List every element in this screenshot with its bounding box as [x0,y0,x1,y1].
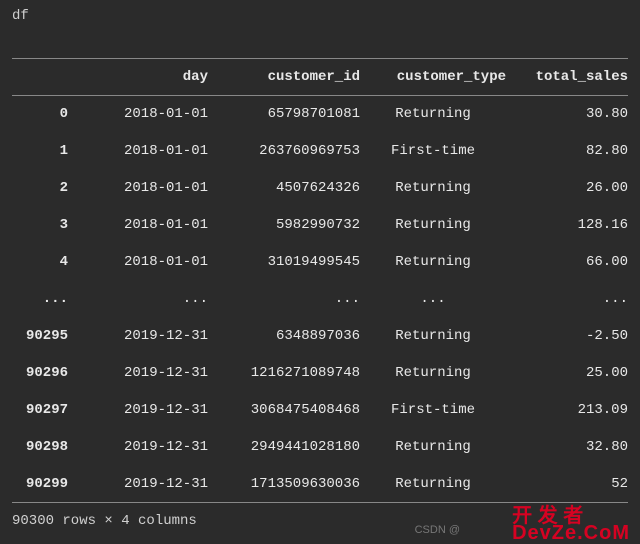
cell-customer-type: Returning [360,207,506,244]
table-row: 902952019-12-316348897036Returning-2.50 [12,318,628,355]
dataframe-table: day customer_id customer_type total_sale… [12,58,628,503]
cell-customer-id: 4507624326 [208,170,360,207]
table-row: ............... [12,281,628,318]
cell-day: 2019-12-31 [76,318,208,355]
cell-day: 2019-12-31 [76,466,208,503]
cell-day: 2018-01-01 [76,207,208,244]
cell-customer-id: 3068475408468 [208,392,360,429]
cell-customer-type: First-time [360,133,506,170]
watermark-line2: DevZe.CoM [512,525,630,542]
cell-day: 2018-01-01 [76,170,208,207]
index-header [12,59,76,96]
cell-customer-type: Returning [360,355,506,392]
cell-customer-id: 65798701081 [208,96,360,133]
cell-customer-type: Returning [360,318,506,355]
cell-day: 2018-01-01 [76,133,208,170]
col-header-day: day [76,59,208,96]
cell-total-sales: 66.00 [506,244,628,281]
cell-customer-type: Returning [360,429,506,466]
cell-total-sales: 32.80 [506,429,628,466]
row-index: 0 [12,96,76,133]
attribution-text: CSDN @ [415,524,460,536]
cell-day: 2018-01-01 [76,244,208,281]
cell-day: 2019-12-31 [76,355,208,392]
cell-total-sales: 30.80 [506,96,628,133]
cell-total-sales: 52 [506,466,628,503]
table-row: 12018-01-01263760969753First-time82.80 [12,133,628,170]
cell-day: 2019-12-31 [76,392,208,429]
cell-day: 2019-12-31 [76,429,208,466]
row-index: 3 [12,207,76,244]
cell-total-sales: 128.16 [506,207,628,244]
table-row: 02018-01-0165798701081Returning30.80 [12,96,628,133]
row-index: 90298 [12,429,76,466]
col-header-customer-id: customer_id [208,59,360,96]
row-index: 1 [12,133,76,170]
cell-total-sales: -2.50 [506,318,628,355]
table-row: 902962019-12-311216271089748Returning25.… [12,355,628,392]
table-row: 902972019-12-313068475408468First-time21… [12,392,628,429]
header-row: day customer_id customer_type total_sale… [12,59,628,96]
cell-customer-type: First-time [360,392,506,429]
row-index: 90295 [12,318,76,355]
cell-day: ... [76,281,208,318]
cell-day: 2018-01-01 [76,96,208,133]
cell-customer-id: ... [208,281,360,318]
cell-customer-id: 5982990732 [208,207,360,244]
row-index: ... [12,281,76,318]
row-index: 4 [12,244,76,281]
row-index: 90296 [12,355,76,392]
cell-customer-id: 1713509630036 [208,466,360,503]
cell-customer-id: 31019499545 [208,244,360,281]
watermark: 开 发 者 DevZe.CoM [512,508,630,542]
cell-total-sales: 25.00 [506,355,628,392]
row-index: 90297 [12,392,76,429]
cell-customer-id: 1216271089748 [208,355,360,392]
table-row: 22018-01-014507624326Returning26.00 [12,170,628,207]
row-index: 2 [12,170,76,207]
cell-customer-id: 2949441028180 [208,429,360,466]
col-header-total-sales: total_sales [506,59,628,96]
row-index: 90299 [12,466,76,503]
cell-total-sales: ... [506,281,628,318]
cell-customer-type: Returning [360,244,506,281]
cell-total-sales: 26.00 [506,170,628,207]
table-row: 902992019-12-311713509630036Returning52 [12,466,628,503]
cell-customer-type: Returning [360,466,506,503]
cell-customer-id: 263760969753 [208,133,360,170]
table-row: 902982019-12-312949441028180Returning32.… [12,429,628,466]
input-cell-label: df [12,8,628,24]
table-row: 42018-01-0131019499545Returning66.00 [12,244,628,281]
cell-customer-id: 6348897036 [208,318,360,355]
cell-customer-type: ... [360,281,506,318]
cell-total-sales: 82.80 [506,133,628,170]
cell-customer-type: Returning [360,170,506,207]
col-header-customer-type: customer_type [360,59,506,96]
table-row: 32018-01-015982990732Returning128.16 [12,207,628,244]
cell-total-sales: 213.09 [506,392,628,429]
cell-customer-type: Returning [360,96,506,133]
